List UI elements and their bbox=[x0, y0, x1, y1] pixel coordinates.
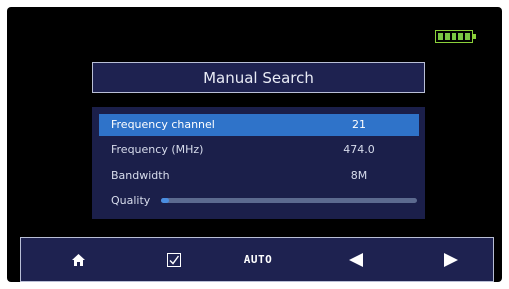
battery-icon bbox=[435, 30, 476, 43]
confirm-button[interactable] bbox=[149, 238, 199, 281]
frequency-channel-label: Frequency channel bbox=[111, 118, 215, 131]
next-button[interactable] bbox=[426, 238, 476, 281]
frequency-mhz-value: 474.0 bbox=[343, 143, 375, 156]
auto-button[interactable]: AUTO bbox=[233, 238, 283, 281]
arrow-right-icon bbox=[444, 252, 458, 267]
bottom-toolbar: AUTO bbox=[20, 237, 494, 282]
bandwidth-value: 8M bbox=[350, 169, 368, 182]
arrow-left-icon bbox=[349, 252, 363, 267]
page-title: Manual Search bbox=[92, 62, 425, 93]
checkbox-icon bbox=[167, 252, 181, 267]
page-title-text: Manual Search bbox=[203, 68, 314, 87]
home-button[interactable] bbox=[53, 238, 103, 281]
bandwidth-label: Bandwidth bbox=[111, 169, 170, 182]
quality-bar bbox=[161, 198, 417, 203]
settings-panel: Frequency channel 21 Frequency (MHz) 474… bbox=[92, 107, 425, 219]
prev-button[interactable] bbox=[331, 238, 381, 281]
bandwidth-row[interactable]: Bandwidth 8M bbox=[99, 165, 419, 187]
auto-button-label: AUTO bbox=[243, 253, 273, 266]
device-screen: Manual Search Frequency channel 21 Frequ… bbox=[7, 7, 502, 282]
frequency-mhz-row[interactable]: Frequency (MHz) 474.0 bbox=[99, 139, 419, 161]
home-icon bbox=[71, 253, 85, 266]
quality-bar-fill bbox=[161, 198, 169, 203]
frequency-channel-value: 21 bbox=[352, 118, 366, 131]
quality-label: Quality bbox=[111, 194, 151, 207]
quality-row: Quality bbox=[99, 190, 419, 212]
frequency-channel-row[interactable]: Frequency channel 21 bbox=[99, 114, 419, 136]
frequency-mhz-label: Frequency (MHz) bbox=[111, 143, 204, 156]
